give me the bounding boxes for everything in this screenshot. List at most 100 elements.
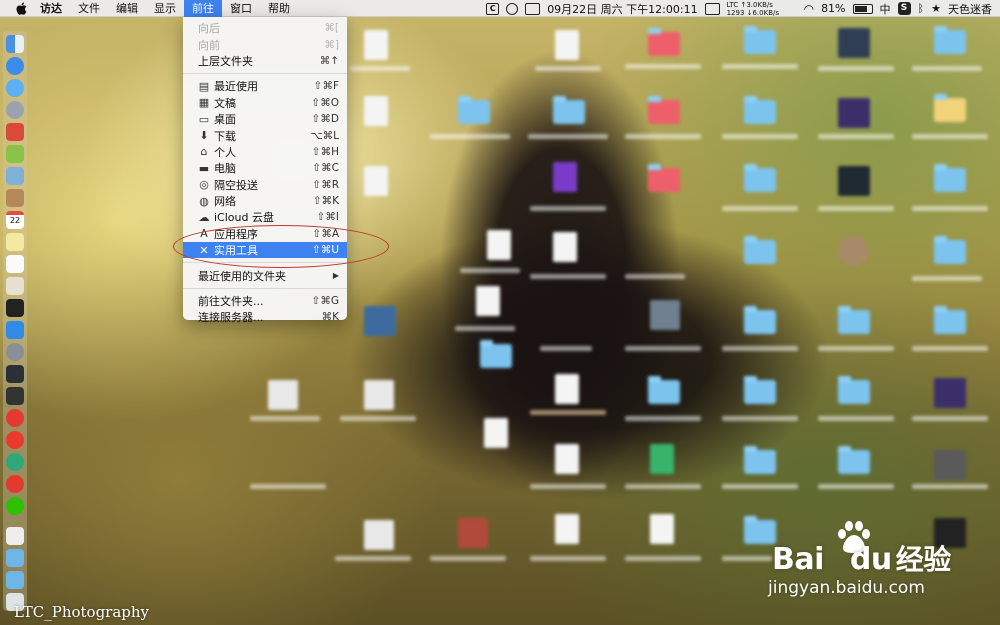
finder-icon[interactable]: [6, 35, 24, 53]
desktop-file-icon[interactable]: [364, 96, 388, 126]
desktop-file-icon[interactable]: [364, 166, 388, 196]
desktop-folder-icon[interactable]: [744, 306, 776, 334]
menu-item-airdrop[interactable]: ◎ 隔空投送 ⇧⌘R: [183, 177, 347, 193]
menu-edit[interactable]: 编辑: [108, 0, 146, 17]
desktop-file-icon[interactable]: [364, 306, 396, 336]
display-icon[interactable]: [704, 2, 720, 15]
system-preferences-icon[interactable]: [6, 343, 24, 361]
menu-item-forward[interactable]: 向前 ⌘]: [183, 36, 347, 52]
photos-icon[interactable]: [6, 277, 24, 295]
desktop-folder-icon[interactable]: [744, 96, 776, 124]
desktop-file-icon[interactable]: [650, 444, 674, 474]
menu-file[interactable]: 文件: [70, 0, 108, 17]
input-method[interactable]: 中: [880, 1, 891, 17]
desktop-folder-icon[interactable]: [934, 94, 966, 122]
globe-icon[interactable]: [506, 2, 519, 15]
menu-item-connect-server[interactable]: 连接服务器... ⌘K: [183, 309, 347, 325]
desktop-folder-icon[interactable]: [480, 340, 512, 368]
menu-help[interactable]: 帮助: [260, 0, 298, 17]
desktop-folder-icon[interactable]: [838, 306, 870, 334]
desktop-file-icon[interactable]: [838, 236, 868, 266]
wifi-icon[interactable]: ◠: [804, 2, 814, 16]
user-name[interactable]: 天色迷香: [948, 1, 992, 17]
desktop-folder-icon[interactable]: [744, 376, 776, 404]
preview-icon[interactable]: [6, 167, 24, 185]
folder-icon[interactable]: [6, 549, 24, 567]
desktop-folder-icon[interactable]: [934, 306, 966, 334]
wechat-icon[interactable]: [6, 497, 24, 515]
desktop-file-icon[interactable]: [487, 230, 511, 260]
desktop-folder-icon[interactable]: [648, 164, 680, 192]
desktop-file-icon[interactable]: [364, 520, 394, 550]
terminal-icon[interactable]: [6, 299, 24, 317]
menu-item-enclosing-folder[interactable]: 上层文件夹 ⌘↑: [183, 53, 347, 69]
downloads-folder-icon[interactable]: [6, 571, 24, 589]
desktop-folder-icon[interactable]: [934, 26, 966, 54]
desktop-file-icon[interactable]: [555, 514, 579, 544]
desktop-folder-icon[interactable]: [744, 236, 776, 264]
desktop-folder-icon[interactable]: [648, 96, 680, 124]
desktop-file-icon[interactable]: [555, 30, 579, 60]
desktop-folder-icon[interactable]: [648, 376, 680, 404]
desktop-file-icon[interactable]: [838, 28, 870, 58]
menu-item-home[interactable]: ⌂ 个人 ⇧⌘H: [183, 144, 347, 160]
desktop-file-icon[interactable]: [650, 514, 674, 544]
star-icon[interactable]: ★: [931, 2, 941, 15]
menu-go[interactable]: 前往: [184, 0, 222, 17]
menu-item-go-to-folder[interactable]: 前往文件夹... ⇧⌘G: [183, 293, 347, 309]
notes-icon[interactable]: [6, 233, 24, 251]
menu-view[interactable]: 显示: [146, 0, 184, 17]
screen-icon[interactable]: [525, 2, 541, 15]
menu-item-recents[interactable]: ▤ 最近使用 ⇧⌘F: [183, 78, 347, 94]
menu-item-icloud-drive[interactable]: ☁ iCloud 云盘 ⇧⌘I: [183, 209, 347, 225]
app-store-icon[interactable]: [6, 321, 24, 339]
desktop-folder-icon[interactable]: [934, 164, 966, 192]
menu-item-downloads[interactable]: ⬇ 下载 ⌥⌘L: [183, 127, 347, 143]
android-icon[interactable]: [6, 145, 24, 163]
desktop-file-icon[interactable]: [364, 380, 394, 410]
clock[interactable]: 09月22日 周六 下午12:00:11: [547, 1, 697, 17]
launchpad-icon[interactable]: [6, 101, 24, 119]
menu-item-recent-folders[interactable]: 最近使用的文件夹 ▶: [183, 267, 347, 283]
vivaldi-icon[interactable]: [6, 409, 24, 427]
network-speed[interactable]: LTC ↑3.0KB/s 1293 ↓6.0KB/s: [727, 1, 797, 17]
calendar-icon[interactable]: 22: [6, 211, 24, 229]
desktop-file-icon[interactable]: [555, 444, 579, 474]
desktop-file-icon[interactable]: [934, 378, 966, 408]
desktop-folder-icon[interactable]: [744, 164, 776, 192]
desktop-folder-icon[interactable]: [838, 376, 870, 404]
desktop-file-icon[interactable]: [934, 450, 966, 480]
console-icon[interactable]: [6, 387, 24, 405]
battery-icon[interactable]: [852, 3, 873, 14]
desktop-folder-icon[interactable]: [648, 28, 680, 56]
desktop-file-icon[interactable]: [555, 374, 579, 404]
desktop-file-icon[interactable]: [650, 300, 680, 330]
contacts-icon[interactable]: [6, 189, 24, 207]
apple-menu-icon[interactable]: [10, 0, 32, 17]
menu-item-computer[interactable]: ▬ 电脑 ⇧⌘C: [183, 160, 347, 176]
menu-item-documents[interactable]: ▦ 文稿 ⇧⌘O: [183, 95, 347, 111]
bluetooth-icon[interactable]: ᛒ: [918, 2, 925, 15]
desktop-file-icon[interactable]: [458, 518, 488, 548]
document-icon[interactable]: [6, 527, 24, 545]
menu-finder[interactable]: 访达: [32, 0, 70, 17]
yandex-icon[interactable]: [6, 431, 24, 449]
desktop-folder-icon[interactable]: [838, 446, 870, 474]
desktop-folder-icon[interactable]: [744, 446, 776, 474]
desktop-folder-icon[interactable]: [934, 236, 966, 264]
menu-item-back[interactable]: 向后 ⌘[: [183, 20, 347, 36]
battery-percent[interactable]: 81%: [821, 2, 845, 15]
activity-monitor-icon[interactable]: [6, 365, 24, 383]
desktop-file-icon[interactable]: [476, 286, 500, 316]
compass-icon[interactable]: [6, 79, 24, 97]
desktop-file-icon[interactable]: [364, 30, 388, 60]
c-status-icon[interactable]: C: [486, 2, 500, 15]
menu-item-network[interactable]: ◍ 网络 ⇧⌘K: [183, 193, 347, 209]
s-app-icon[interactable]: S: [897, 2, 911, 15]
desktop-file-icon[interactable]: [553, 232, 577, 262]
app-green-icon[interactable]: [6, 453, 24, 471]
reminders-icon[interactable]: [6, 255, 24, 273]
menu-window[interactable]: 窗口: [222, 0, 260, 17]
desktop-folder-icon[interactable]: [458, 96, 490, 124]
desktop-folder-icon[interactable]: [744, 26, 776, 54]
